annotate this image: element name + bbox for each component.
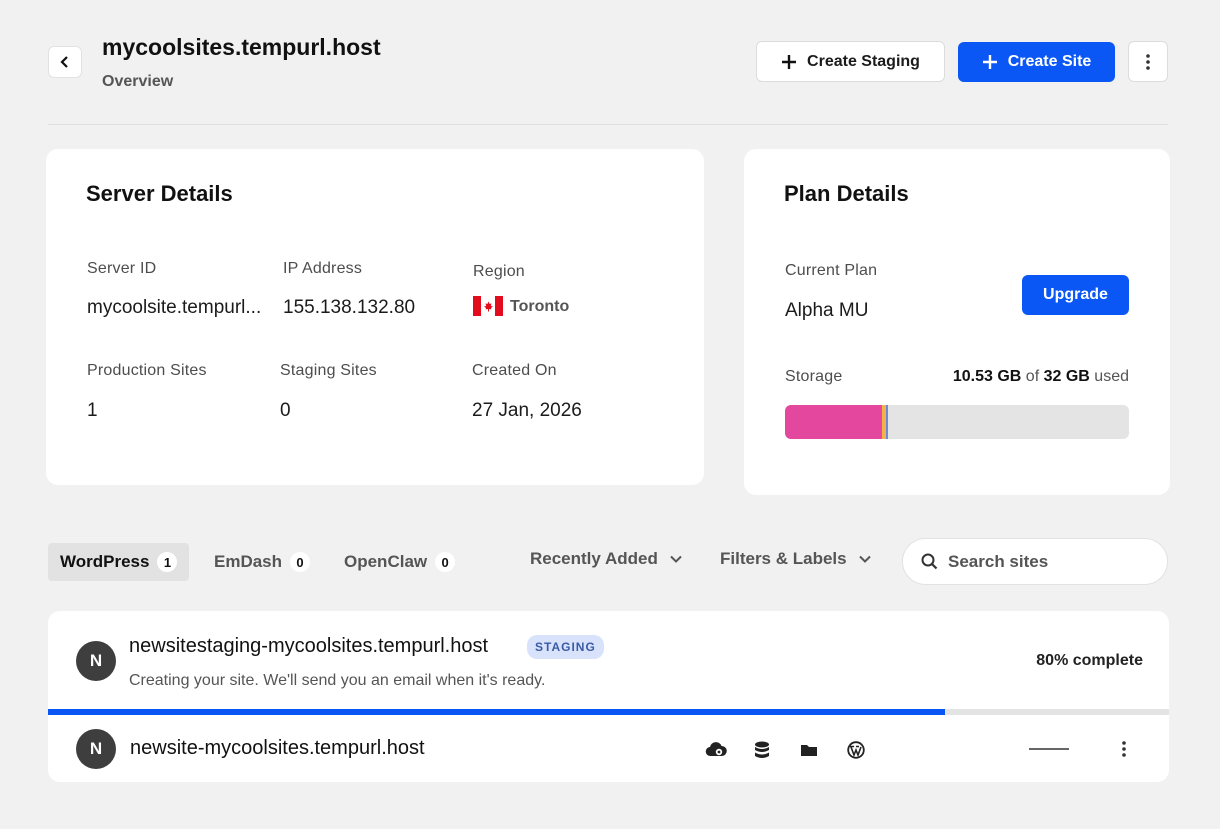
ip-address-label: IP Address <box>283 260 363 277</box>
tab-label: EmDash <box>214 552 283 571</box>
sites-list: N newsitestaging-mycoolsites.tempurl.hos… <box>48 611 1169 782</box>
create-staging-button[interactable]: Create Staging <box>756 41 945 82</box>
tab-label: OpenClaw <box>344 552 428 571</box>
production-sites-label: Production Sites <box>87 362 207 379</box>
storage-suffix: used <box>1094 368 1129 385</box>
create-site-label: Create Site <box>1007 53 1092 70</box>
created-on-label: Created On <box>472 362 557 379</box>
tab-emdash[interactable]: EmDash 0 <box>202 543 322 581</box>
create-site-button[interactable]: Create Site <box>958 42 1115 82</box>
filters-dropdown[interactable]: Filters & Labels <box>720 549 871 569</box>
plan-details-card: Plan Details Current Plan Alpha MU Upgra… <box>744 149 1170 495</box>
region-value: Toronto <box>510 298 570 315</box>
production-sites-value: 1 <box>87 400 98 421</box>
more-vertical-icon <box>1122 741 1126 757</box>
upgrade-button[interactable]: Upgrade <box>1022 275 1129 315</box>
status-dash <box>1029 748 1069 750</box>
plan-details-title: Plan Details <box>784 181 909 206</box>
progress-fill <box>48 709 945 715</box>
chevron-left-icon <box>60 56 68 68</box>
header-divider <box>48 124 1168 125</box>
folder-icon[interactable] <box>798 739 820 761</box>
more-options-button[interactable] <box>1128 41 1168 82</box>
tab-count: 0 <box>290 552 311 572</box>
server-details-card: Server Details Server ID mycoolsite.temp… <box>46 149 704 485</box>
region-label: Region <box>473 263 525 280</box>
server-details-title: Server Details <box>86 181 233 206</box>
progress-bar <box>48 709 1169 715</box>
tab-label: WordPress <box>60 552 150 571</box>
search-box[interactable] <box>902 538 1168 585</box>
avatar: N <box>76 729 116 769</box>
search-icon <box>921 553 938 570</box>
page-subtitle: Overview <box>102 73 174 90</box>
storage-segment <box>785 405 882 439</box>
chevron-down-icon <box>858 555 871 563</box>
tab-count: 1 <box>157 552 178 572</box>
plus-icon <box>782 54 797 69</box>
storage-used-amount: 10.53 GB <box>952 368 1022 385</box>
staging-sites-label: Staging Sites <box>280 362 377 379</box>
staging-badge: STAGING <box>527 635 604 659</box>
row-more-button[interactable] <box>1112 736 1136 762</box>
storage-of: of <box>1025 368 1040 385</box>
database-icon[interactable] <box>751 739 773 761</box>
search-input[interactable] <box>948 551 1138 572</box>
site-name[interactable]: newsite-mycoolsites.tempurl.host <box>130 737 425 760</box>
back-button[interactable] <box>48 46 82 78</box>
create-staging-label: Create Staging <box>807 52 920 70</box>
tab-count: 0 <box>435 552 456 572</box>
storage-label: Storage <box>785 368 843 385</box>
progress-text: 80% complete <box>1036 652 1143 669</box>
cloud-settings-icon[interactable] <box>705 739 727 761</box>
ip-address-value: 155.138.132.80 <box>283 297 416 318</box>
avatar: N <box>76 641 116 681</box>
server-id-value: mycoolsite.tempurl... <box>87 297 262 318</box>
storage-total: 32 GB <box>1043 368 1090 385</box>
staging-sites-value: 0 <box>280 400 291 421</box>
server-id-label: Server ID <box>87 260 157 277</box>
wordpress-icon[interactable] <box>845 739 867 761</box>
storage-segment <box>886 405 889 439</box>
site-status: Creating your site. We'll send you an em… <box>129 672 546 689</box>
sort-dropdown[interactable]: Recently Added <box>530 549 682 569</box>
chevron-down-icon <box>670 555 682 563</box>
plus-icon <box>982 55 997 69</box>
current-plan-value: Alpha MU <box>785 300 869 321</box>
tab-openclaw[interactable]: OpenClaw 0 <box>332 543 467 581</box>
canada-flag-icon <box>473 296 503 316</box>
page-title: mycoolsites.tempurl.host <box>102 34 381 60</box>
created-on-value: 27 Jan, 2026 <box>472 400 582 421</box>
sort-label: Recently Added <box>530 549 658 568</box>
current-plan-label: Current Plan <box>785 262 878 279</box>
storage-used-text: 10.53 GB of 32 GB used <box>953 368 1129 386</box>
filters-label: Filters & Labels <box>720 549 847 568</box>
more-vertical-icon <box>1146 53 1150 70</box>
storage-bar <box>785 405 1129 439</box>
tab-wordpress[interactable]: WordPress 1 <box>48 543 190 581</box>
site-name[interactable]: newsitestaging-mycoolsites.tempurl.host <box>129 635 488 658</box>
